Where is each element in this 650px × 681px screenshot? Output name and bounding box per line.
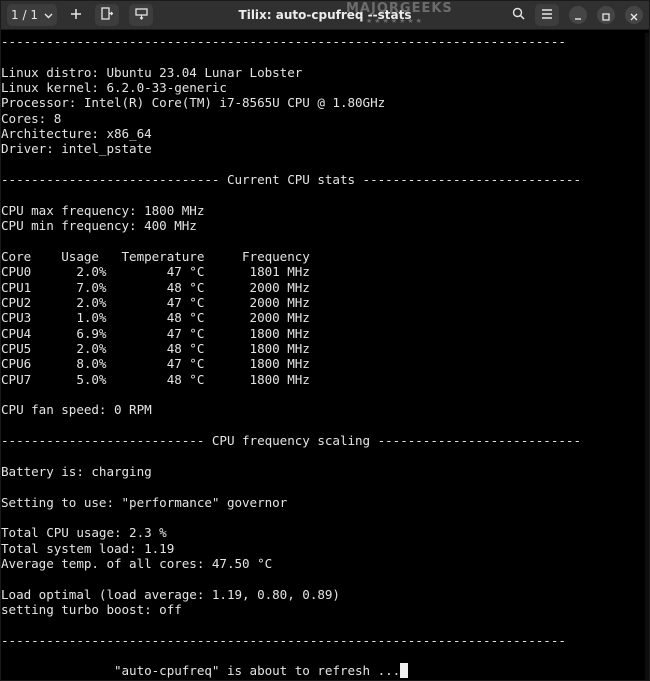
split-down-icon — [134, 7, 148, 23]
terminal-line: Average temp. of all cores: 47.50 °C — [1, 556, 272, 571]
terminal-line: ----------------------------------------… — [1, 34, 566, 49]
terminal-line: "auto-cpufreq" is about to refresh ... — [1, 663, 409, 679]
terminal-line-text: Total CPU usage: 2.3 % — [1, 525, 167, 541]
watermark-logo: MAJORGEEKS ★★★★★★★ — [346, 1, 486, 26]
terminal-line: setting turbo boost: off — [1, 602, 182, 617]
hamburger-menu-icon — [541, 8, 553, 22]
terminal-line: Total CPU usage: 2.3 % — [1, 525, 167, 540]
terminal-line: CPU1 7.0% 48 °C 2000 MHz — [1, 280, 310, 295]
terminal-line-text: Load optimal (load average: 1.19, 0.80, … — [1, 586, 340, 602]
terminal-line-text: Driver: intel_pstate — [1, 141, 152, 157]
find-button[interactable] — [505, 4, 531, 26]
terminal-line: CPU min frequency: 400 MHz — [1, 218, 197, 233]
add-terminal-right-button[interactable] — [95, 4, 119, 26]
add-session-button[interactable] — [63, 4, 89, 26]
search-icon — [512, 7, 525, 23]
terminal-window: 1 / 1 Tilix: auto-cpufreq --stats MAJORG… — [0, 0, 650, 681]
terminal-line-text: CPU2 2.0% 47 °C 2000 MHz — [1, 294, 310, 310]
terminal-line-text: Average temp. of all cores: 47.50 °C — [1, 555, 273, 571]
terminal-line-text: CPU min frequency: 400 MHz — [1, 218, 197, 234]
terminal-line-text: CPU max frequency: 1800 MHz — [1, 202, 205, 218]
terminal-line-text: Total system load: 1.19 — [1, 540, 175, 556]
plus-icon — [70, 8, 82, 23]
add-terminal-down-button[interactable] — [129, 4, 153, 26]
chevron-down-icon — [44, 8, 53, 22]
minimize-button[interactable] — [569, 6, 587, 24]
terminal-line-text: Setting to use: "performance" governor — [1, 494, 288, 510]
terminal-line-text: Battery is: charging — [1, 463, 152, 479]
terminal-line: CPU0 2.0% 47 °C 1801 MHz — [1, 264, 310, 279]
terminal-line: CPU5 2.0% 48 °C 1800 MHz — [1, 341, 310, 356]
terminal-line: ----------------------------------------… — [1, 633, 566, 648]
terminal-line-text: setting turbo boost: off — [1, 601, 182, 617]
terminal-line: CPU7 5.0% 48 °C 1800 MHz — [1, 372, 310, 387]
terminal-line: Setting to use: "performance" governor — [1, 495, 287, 510]
terminal-output[interactable]: ----------------------------------------… — [1, 33, 649, 680]
terminal-line-text: CPU6 8.0% 47 °C 1800 MHz — [1, 356, 310, 372]
terminal-line: Total system load: 1.19 — [1, 541, 174, 556]
terminal-line: Cores: 8 — [1, 111, 61, 126]
terminal-line: Load optimal (load average: 1.19, 0.80, … — [1, 587, 340, 602]
close-icon — [630, 6, 638, 25]
session-label: 1 / 1 — [11, 8, 38, 22]
terminal-line-text: Cores: 8 — [1, 110, 62, 126]
terminal-line: CPU max frequency: 1800 MHz — [1, 203, 204, 218]
terminal-line: Processor: Intel(R) Core(TM) i7-8565U CP… — [1, 95, 385, 110]
terminal-line-text: CPU4 6.9% 47 °C 1800 MHz — [1, 325, 310, 341]
minimize-icon — [574, 6, 582, 25]
terminal-line-text: --------------------------- CPU frequenc… — [1, 433, 581, 449]
terminal-scrollbar[interactable] — [645, 33, 649, 680]
window-controls — [505, 4, 643, 26]
terminal-line-text: Processor: Intel(R) Core(TM) i7-8565U CP… — [1, 95, 386, 111]
maximize-icon — [602, 6, 610, 25]
terminal-line-text: CPU5 2.0% 48 °C 1800 MHz — [1, 341, 310, 356]
close-button[interactable] — [625, 6, 643, 24]
terminal-line-text: Linux distro: Ubuntu 23.04 Lunar Lobster — [1, 64, 303, 80]
terminal-line: Architecture: x86_64 — [1, 126, 152, 141]
terminal-line: CPU6 8.0% 47 °C 1800 MHz — [1, 356, 310, 371]
terminal-line-text: CPU fan speed: 0 RPM — [1, 402, 152, 418]
terminal-line-text: Architecture: x86_64 — [1, 126, 152, 142]
watermark-text: MAJORGEEKS — [346, 1, 453, 16]
terminal-line-text: CPU3 1.0% 48 °C 2000 MHz — [1, 310, 310, 326]
terminal-line: Driver: intel_pstate — [1, 141, 152, 156]
terminal-line: Battery is: charging — [1, 464, 152, 479]
terminal-line: ----------------------------- Current CP… — [1, 172, 581, 187]
header-bar: 1 / 1 Tilix: auto-cpufreq --stats MAJORG… — [1, 1, 649, 30]
terminal-line-text: "auto-cpufreq" is about to refresh ... — [1, 663, 401, 679]
terminal-line-text: Core Usage Temperature Frequency — [1, 248, 310, 264]
main-menu-button[interactable] — [535, 4, 559, 26]
terminal-line: CPU fan speed: 0 RPM — [1, 402, 152, 417]
terminal-line-text: ----------------------------------------… — [1, 632, 566, 648]
terminal-line: Core Usage Temperature Frequency — [1, 249, 310, 264]
terminal-line-text: ----------------------------------------… — [1, 34, 566, 49]
session-switcher-button[interactable]: 1 / 1 — [7, 4, 57, 26]
terminal-line-text: Linux kernel: 6.2.0-33-generic — [1, 80, 227, 96]
terminal-line: Linux distro: Ubuntu 23.04 Lunar Lobster — [1, 65, 302, 80]
terminal-line: CPU4 6.9% 47 °C 1800 MHz — [1, 326, 310, 341]
terminal-line-text: CPU0 2.0% 47 °C 1801 MHz — [1, 264, 310, 280]
terminal-line-text: CPU7 5.0% 48 °C 1800 MHz — [1, 371, 310, 387]
terminal-cursor — [400, 663, 409, 679]
split-right-icon — [101, 7, 114, 23]
terminal-line: Linux kernel: 6.2.0-33-generic — [1, 80, 227, 95]
terminal-line-text: ----------------------------- Current CP… — [1, 172, 581, 188]
watermark-stars: ★★★★★★★ — [366, 17, 424, 25]
terminal-line-text: CPU1 7.0% 48 °C 2000 MHz — [1, 279, 310, 295]
maximize-button[interactable] — [597, 6, 615, 24]
terminal-line: CPU2 2.0% 47 °C 2000 MHz — [1, 295, 310, 310]
terminal-line: --------------------------- CPU frequenc… — [1, 433, 581, 448]
terminal-line: CPU3 1.0% 48 °C 2000 MHz — [1, 310, 310, 325]
